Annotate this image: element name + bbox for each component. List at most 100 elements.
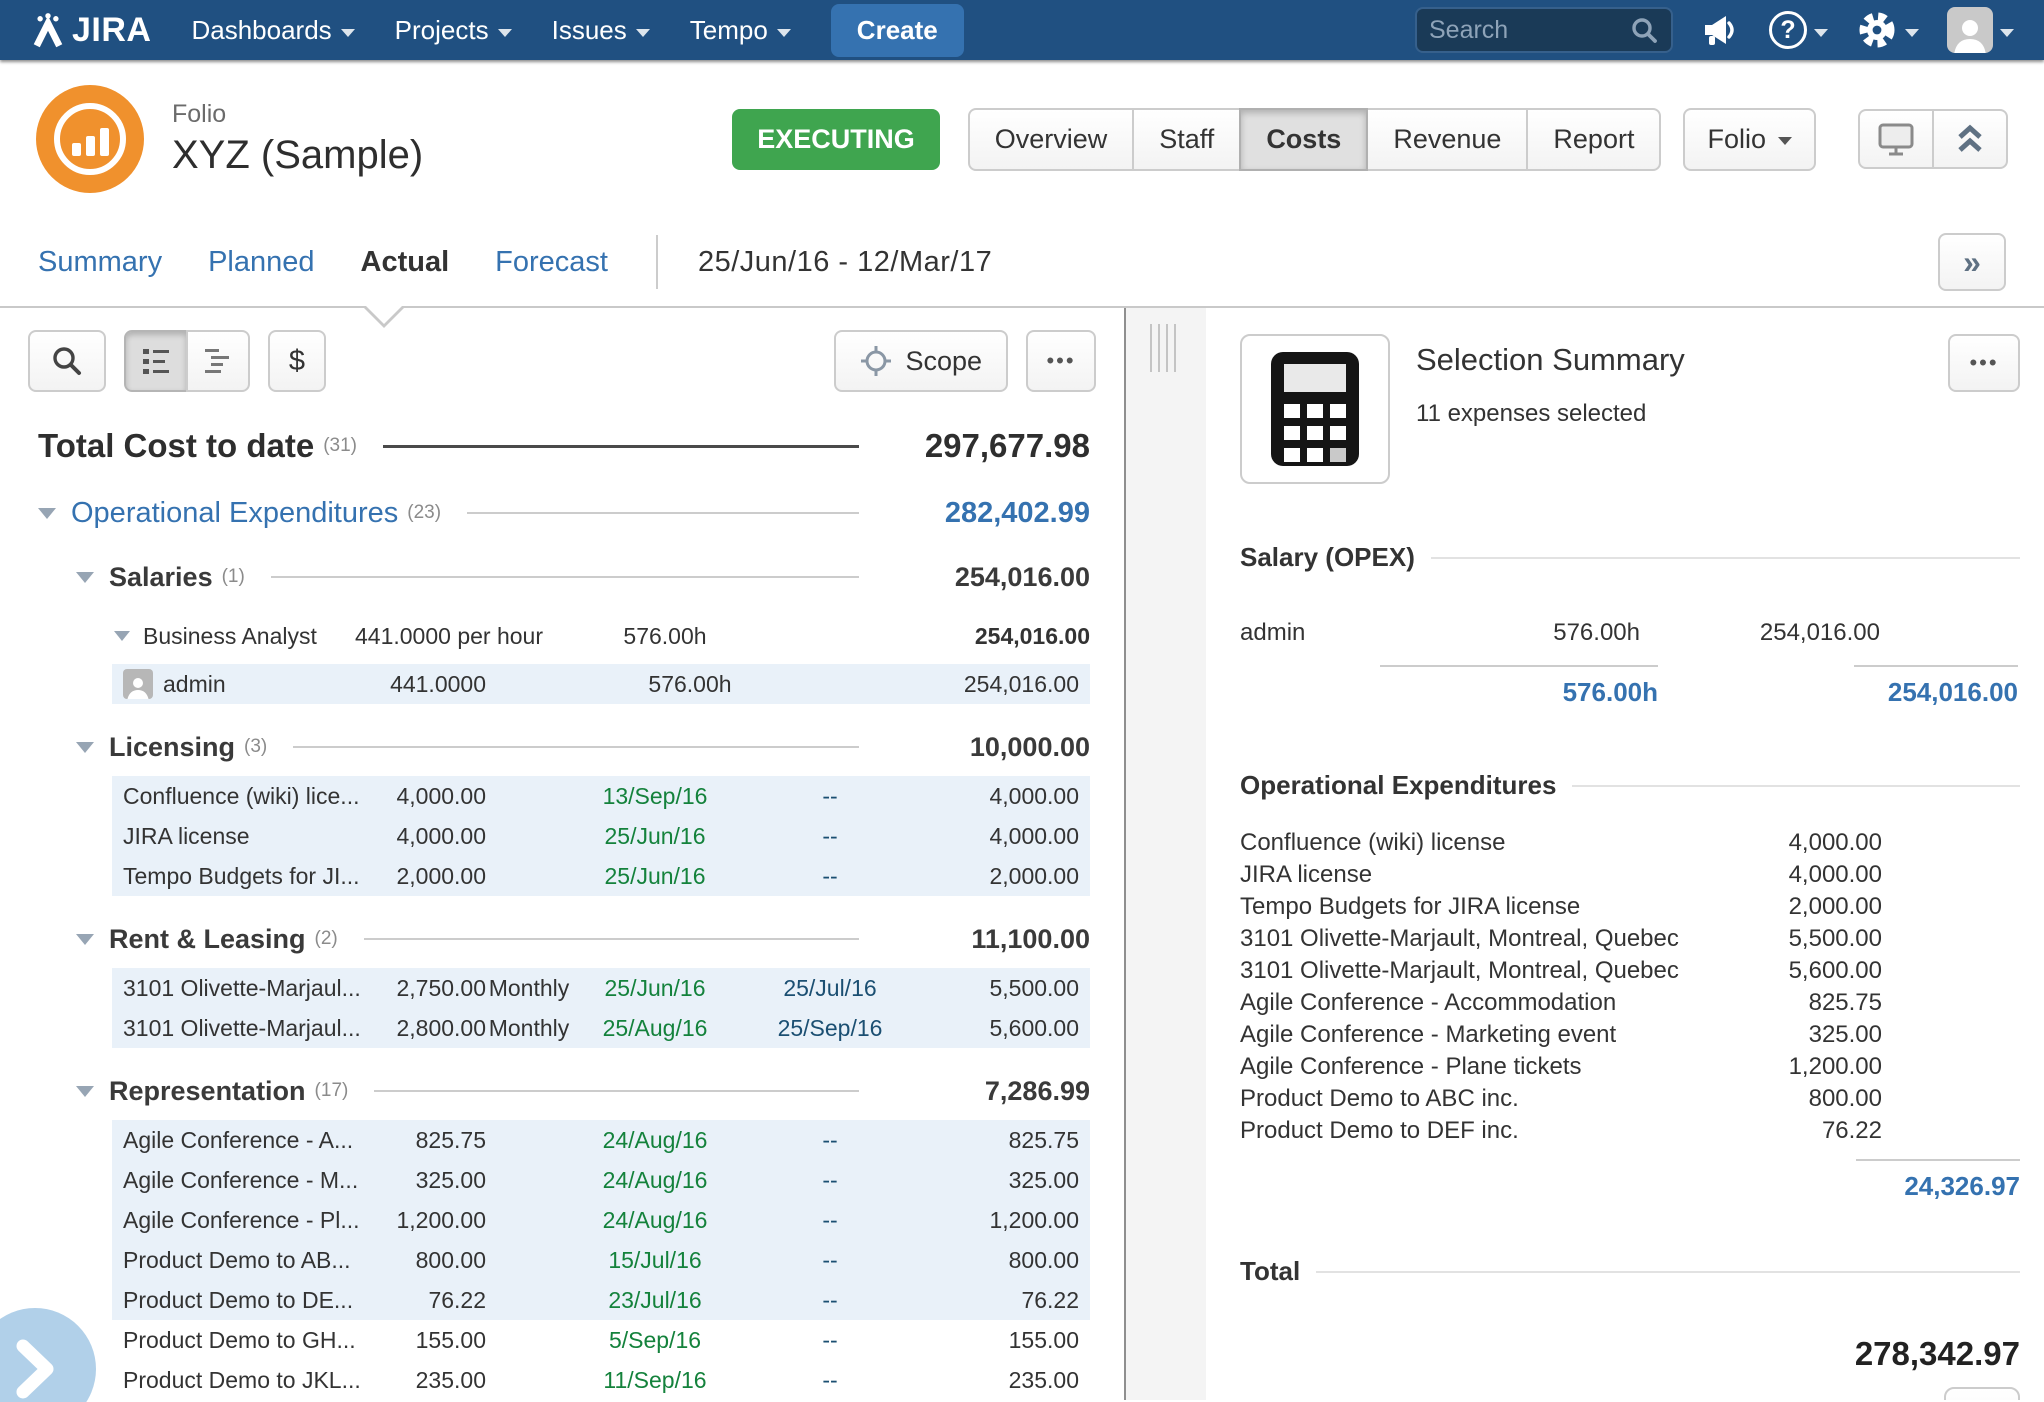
cost-row[interactable]: Agile Conference - M...325.0024/Aug/16--… bbox=[112, 1160, 1090, 1200]
section-label: Rent & Leasing bbox=[109, 924, 306, 955]
cost-row[interactable]: Product Demo to GH...155.005/Sep/16--155… bbox=[112, 1320, 1090, 1360]
tab-staff[interactable]: Staff bbox=[1132, 108, 1241, 171]
section-count: (23) bbox=[407, 502, 441, 524]
costs-toolbar: $ Scope ••• bbox=[0, 308, 1124, 392]
cost-row[interactable]: Agile Conference - A...825.7524/Aug/16--… bbox=[112, 1120, 1090, 1160]
opex-item-amount: 76.22 bbox=[1682, 1117, 1882, 1145]
costs-panel: $ Scope ••• Total Cost to date (31) 297,… bbox=[0, 308, 1126, 1400]
global-search[interactable] bbox=[1415, 7, 1673, 53]
expense-start-date: 25/Jun/16 bbox=[572, 823, 738, 850]
nav-right-tools: ? bbox=[1415, 7, 2014, 53]
expense-name-text: 3101 Olivette-Marjaul... bbox=[123, 1015, 361, 1042]
nav-menu-projects[interactable]: Projects bbox=[395, 15, 512, 46]
cost-row[interactable]: Tempo Budgets for JI...2,000.0025/Jun/16… bbox=[112, 856, 1090, 896]
cost-row[interactable]: Agile Conference - Pl...1,200.0024/Aug/1… bbox=[112, 1200, 1090, 1240]
salary-role-row[interactable]: Business Analyst441.0000 per hour576.00h… bbox=[114, 616, 1090, 656]
jira-logo[interactable]: JIRA bbox=[30, 11, 151, 50]
create-button[interactable]: Create bbox=[831, 4, 964, 57]
person-icon bbox=[1950, 15, 1990, 53]
cost-section-header[interactable]: Representation(17)7,286.99 bbox=[76, 1070, 1090, 1112]
cost-row[interactable]: Product Demo to DE...76.2223/Jul/16--76.… bbox=[112, 1280, 1090, 1320]
collapse-caret-icon[interactable] bbox=[114, 631, 130, 641]
expense-name: Product Demo to GH... bbox=[112, 1327, 382, 1354]
expand-panel-button[interactable]: » bbox=[1938, 233, 2006, 291]
cost-row[interactable]: JIRA license4,000.0025/Jun/16--4,000.00 bbox=[112, 816, 1090, 856]
gear-icon bbox=[1856, 9, 1898, 51]
table-search-button[interactable] bbox=[28, 330, 106, 392]
view-actual[interactable]: Actual bbox=[361, 246, 450, 279]
splitter-drag-handle-icon[interactable] bbox=[1150, 324, 1182, 372]
expense-amount: 2,800.00 bbox=[382, 1015, 486, 1042]
collapse-caret-icon[interactable] bbox=[76, 742, 94, 753]
cost-row[interactable]: Product Demo to AB...800.0015/Jul/16--80… bbox=[112, 1240, 1090, 1280]
announcements-button[interactable] bbox=[1701, 11, 1741, 49]
currency-button[interactable]: $ bbox=[268, 330, 326, 392]
chevron-down-icon bbox=[1814, 29, 1828, 37]
collapse-caret-icon[interactable] bbox=[76, 572, 94, 583]
chevron-down-icon bbox=[498, 29, 512, 37]
view-forecast[interactable]: Forecast bbox=[495, 246, 608, 279]
date-range[interactable]: 25/Jun/16 - 12/Mar/17 bbox=[698, 246, 992, 279]
view-summary[interactable]: Summary bbox=[38, 246, 162, 279]
section-label: Representation bbox=[109, 1076, 306, 1107]
salary-subtotal-hours: 576.00h bbox=[1380, 665, 1658, 708]
expense-start-date: 25/Jun/16 bbox=[572, 975, 738, 1002]
tab-costs[interactable]: Costs bbox=[1239, 108, 1368, 171]
opex-heading-row: Operational Expenditures bbox=[1240, 770, 2020, 801]
presentation-mode-button[interactable] bbox=[1858, 109, 1934, 169]
tab-revenue[interactable]: Revenue bbox=[1366, 108, 1528, 171]
cost-group-header[interactable]: Operational Expenditures(23)282,402.99 bbox=[38, 492, 1090, 534]
collapse-caret-icon[interactable] bbox=[76, 934, 94, 945]
expense-amount: 235.00 bbox=[382, 1367, 486, 1394]
expense-end-date: -- bbox=[738, 1247, 922, 1274]
more-actions-button[interactable]: ••• bbox=[1026, 330, 1096, 392]
nav-label: Projects bbox=[395, 15, 489, 46]
collapse-header-button[interactable] bbox=[1932, 109, 2008, 169]
tab-report[interactable]: Report bbox=[1526, 108, 1661, 171]
flat-list-view-button[interactable] bbox=[124, 330, 188, 392]
status-badge[interactable]: EXECUTING bbox=[732, 109, 940, 170]
user-profile-menu[interactable] bbox=[1947, 7, 2014, 53]
opex-item-name: Product Demo to DEF inc. bbox=[1240, 1117, 1682, 1145]
main-content: $ Scope ••• Total Cost to date (31) 297,… bbox=[0, 308, 2044, 1400]
cost-section-header[interactable]: Licensing(3)10,000.00 bbox=[76, 726, 1090, 768]
expense-name: Tempo Budgets for JI... bbox=[112, 863, 382, 890]
cost-row[interactable]: Confluence (wiki) lice...4,000.0013/Sep/… bbox=[112, 776, 1090, 816]
cost-section-header[interactable]: Rent & Leasing(2)11,100.00 bbox=[76, 918, 1090, 960]
summary-more-actions-button[interactable]: ••• bbox=[1948, 334, 2020, 392]
collapse-caret-icon[interactable] bbox=[76, 1086, 94, 1097]
cost-row[interactable]: admin441.0000576.00h254,016.00 bbox=[112, 664, 1090, 704]
email-summary-button[interactable] bbox=[1944, 1387, 2020, 1400]
search-input[interactable] bbox=[1429, 16, 1629, 45]
opex-item-name: 3101 Olivette-Marjault, Montreal, Quebec bbox=[1240, 925, 1682, 953]
tree-list-view-button[interactable] bbox=[186, 330, 250, 392]
tab-overview[interactable]: Overview bbox=[968, 108, 1135, 171]
folio-dropdown-button[interactable]: Folio bbox=[1683, 108, 1816, 171]
scope-button[interactable]: Scope bbox=[834, 330, 1008, 392]
expense-name: Agile Conference - M... bbox=[112, 1167, 382, 1194]
nav-menu-issues[interactable]: Issues bbox=[552, 15, 650, 46]
help-menu[interactable]: ? bbox=[1769, 11, 1828, 49]
opex-item-amount: 1,200.00 bbox=[1682, 1053, 1882, 1081]
section-count: (3) bbox=[244, 736, 267, 758]
nav-menu-dashboards[interactable]: Dashboards bbox=[191, 15, 354, 46]
expense-end-date: -- bbox=[738, 1167, 922, 1194]
search-icon[interactable] bbox=[1629, 15, 1659, 45]
section-label: Salaries bbox=[109, 562, 213, 593]
view-planned[interactable]: Planned bbox=[208, 246, 314, 279]
salary-summary-row: admin 576.00h 254,016.00 bbox=[1240, 619, 2020, 647]
expense-total: 4,000.00 bbox=[922, 783, 1090, 810]
cost-row[interactable]: 3101 Olivette-Marjaul...2,750.00Monthly2… bbox=[112, 968, 1090, 1008]
settings-menu[interactable] bbox=[1856, 9, 1919, 51]
expense-amount: 441.0000 bbox=[382, 671, 486, 698]
double-chevron-right-icon: » bbox=[1963, 244, 1981, 281]
expense-total: 825.75 bbox=[922, 1127, 1090, 1154]
cost-row[interactable]: 3101 Olivette-Marjaul...2,800.00Monthly2… bbox=[112, 1008, 1090, 1048]
expense-end-date: -- bbox=[738, 1367, 922, 1394]
nav-menu-tempo[interactable]: Tempo bbox=[690, 15, 791, 46]
collapse-caret-icon[interactable] bbox=[38, 508, 56, 519]
cost-section-header[interactable]: Salaries(1)254,016.00 bbox=[76, 556, 1090, 598]
cost-row[interactable]: Product Demo to JKL...235.0011/Sep/16--2… bbox=[112, 1360, 1090, 1400]
cost-rows-block: Confluence (wiki) lice...4,000.0013/Sep/… bbox=[38, 776, 1090, 896]
expense-amount: 2,750.00 bbox=[382, 975, 486, 1002]
